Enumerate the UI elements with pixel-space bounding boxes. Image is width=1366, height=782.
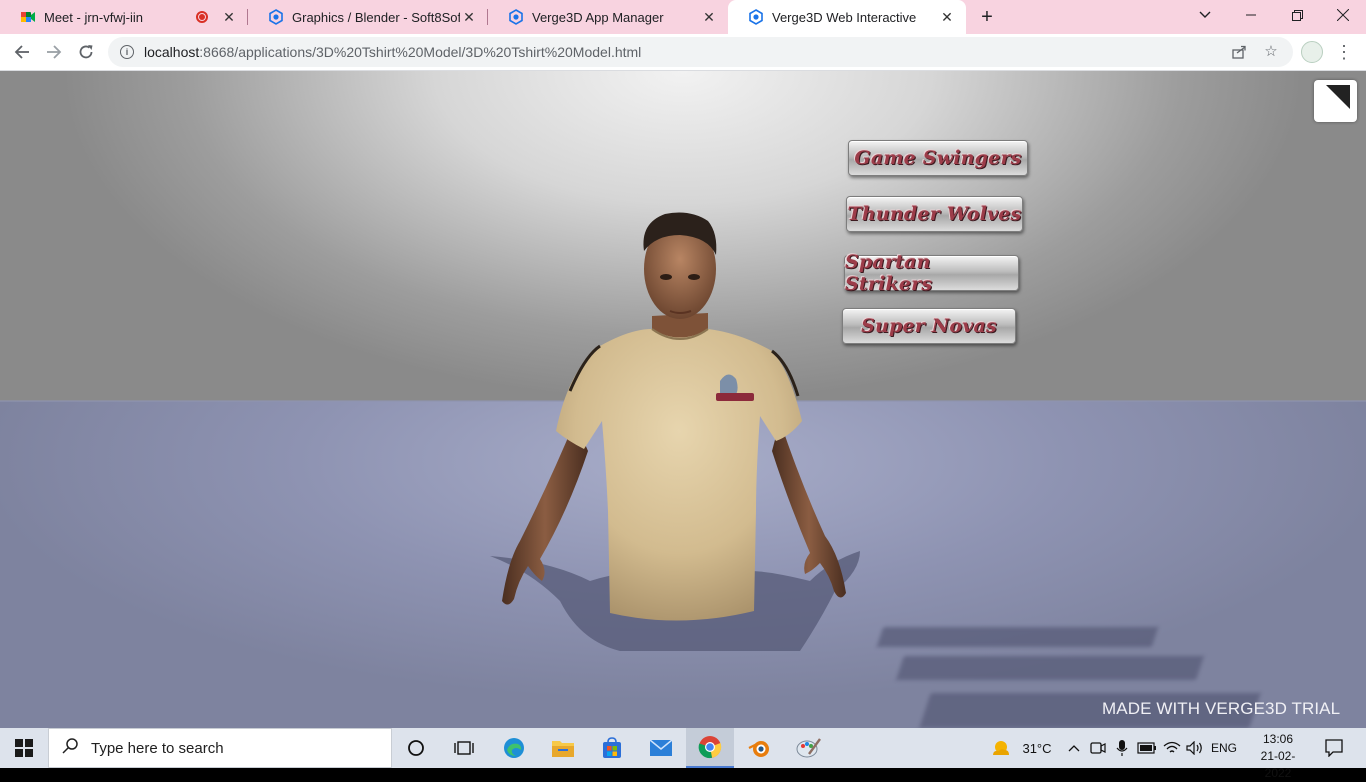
close-tab-icon[interactable]: ✕	[460, 8, 478, 26]
cortana-icon[interactable]	[392, 728, 440, 768]
edge-browser-icon[interactable]	[490, 728, 538, 768]
tab-meet[interactable]: Meet - jrn-vfwj-iin ✕	[0, 0, 248, 34]
tab-graphics-blender[interactable]: Graphics / Blender - Soft8Soft ✕	[248, 0, 488, 34]
paint-icon[interactable]	[784, 728, 832, 768]
minimize-button[interactable]	[1228, 0, 1274, 30]
verge3d-canvas[interactable]: Game Swingers Thunder Wolves Spartan Str…	[0, 71, 1366, 728]
team-button-spartan-strikers[interactable]: Spartan Strikers	[844, 251, 1019, 295]
task-view-icon[interactable]	[440, 728, 488, 768]
microsoft-store-icon[interactable]	[588, 728, 636, 768]
address-bar[interactable]: i localhost:8668/applications/3D%20Tshir…	[108, 37, 1293, 67]
tab-verge3d-app-manager[interactable]: Verge3D App Manager ✕	[488, 0, 728, 34]
tab-title: Meet - jrn-vfwj-iin	[44, 9, 143, 25]
language-indicator[interactable]: ENG	[1208, 728, 1240, 768]
close-window-button[interactable]	[1320, 0, 1366, 30]
tab-title: Verge3D App Manager	[532, 9, 664, 25]
forward-button[interactable]	[41, 39, 67, 65]
weather-icon[interactable]	[990, 728, 1012, 768]
verge3d-trial-watermark: MADE WITH VERGE3D TRIAL	[1102, 699, 1341, 718]
file-explorer-icon[interactable]	[539, 728, 587, 768]
tab-search-chevron-icon[interactable]	[1182, 0, 1228, 30]
taskbar-search-input[interactable]: Type here to search	[48, 728, 392, 768]
team-button-super-novas[interactable]: Super Novas	[842, 308, 1016, 344]
url-text: localhost:8668/applications/3D%20Tshirt%…	[144, 44, 642, 60]
verge3d-icon	[508, 9, 524, 25]
share-icon[interactable]	[1231, 44, 1247, 60]
tab-title: Verge3D Web Interactive	[772, 9, 917, 25]
taskbar-clock[interactable]: 13:06 21-02-2022	[1248, 731, 1308, 782]
battery-icon[interactable]	[1136, 728, 1158, 768]
blender-icon[interactable]	[735, 728, 783, 768]
bookmark-star-icon[interactable]: ☆	[1263, 44, 1279, 60]
browser-toolbar: i localhost:8668/applications/3D%20Tshir…	[0, 34, 1366, 71]
tab-title: Graphics / Blender - Soft8Soft	[292, 9, 460, 25]
button-shadow	[876, 627, 1159, 647]
mail-icon[interactable]	[637, 728, 685, 768]
volume-icon[interactable]	[1185, 728, 1205, 768]
windows-taskbar: Type here to search 31°C ENG 13:06 21-02…	[0, 728, 1366, 780]
tshirt-model[interactable]	[490, 151, 860, 651]
close-tab-icon[interactable]: ✕	[700, 8, 718, 26]
wifi-icon[interactable]	[1161, 728, 1183, 768]
meet-camera-icon[interactable]	[1088, 728, 1108, 768]
back-button[interactable]	[9, 39, 35, 65]
show-hidden-icons-chevron-icon[interactable]	[1064, 728, 1084, 768]
fullscreen-button[interactable]	[1314, 80, 1357, 122]
tab-verge3d-web-interactive[interactable]: Verge3D Web Interactive ✕	[728, 0, 966, 34]
search-icon	[61, 737, 79, 760]
team-button-game-swingers[interactable]: Game Swingers	[848, 140, 1028, 176]
tab-strip: Meet - jrn-vfwj-iin ✕ Graphics / Blender…	[0, 0, 1366, 34]
windows-start-icon[interactable]	[0, 728, 48, 768]
microphone-icon[interactable]	[1112, 728, 1132, 768]
verge3d-icon	[268, 9, 284, 25]
close-tab-icon[interactable]: ✕	[938, 8, 956, 26]
profile-avatar[interactable]	[1301, 41, 1323, 63]
recording-icon	[196, 11, 208, 23]
close-tab-icon[interactable]: ✕	[220, 8, 238, 26]
team-button-thunder-wolves[interactable]: Thunder Wolves	[846, 196, 1023, 232]
verge3d-icon	[748, 9, 764, 25]
browser-menu-icon[interactable]: ⋮	[1334, 40, 1354, 64]
notifications-icon[interactable]	[1318, 728, 1350, 768]
google-meet-icon	[20, 9, 36, 25]
weather-temperature[interactable]: 31°C	[1017, 728, 1057, 768]
restore-button[interactable]	[1274, 0, 1320, 30]
new-tab-button[interactable]: +	[975, 5, 999, 29]
site-info-icon[interactable]: i	[120, 45, 134, 59]
chrome-icon[interactable]	[686, 728, 734, 768]
button-shadow	[896, 656, 1204, 680]
reload-button[interactable]	[73, 39, 99, 65]
